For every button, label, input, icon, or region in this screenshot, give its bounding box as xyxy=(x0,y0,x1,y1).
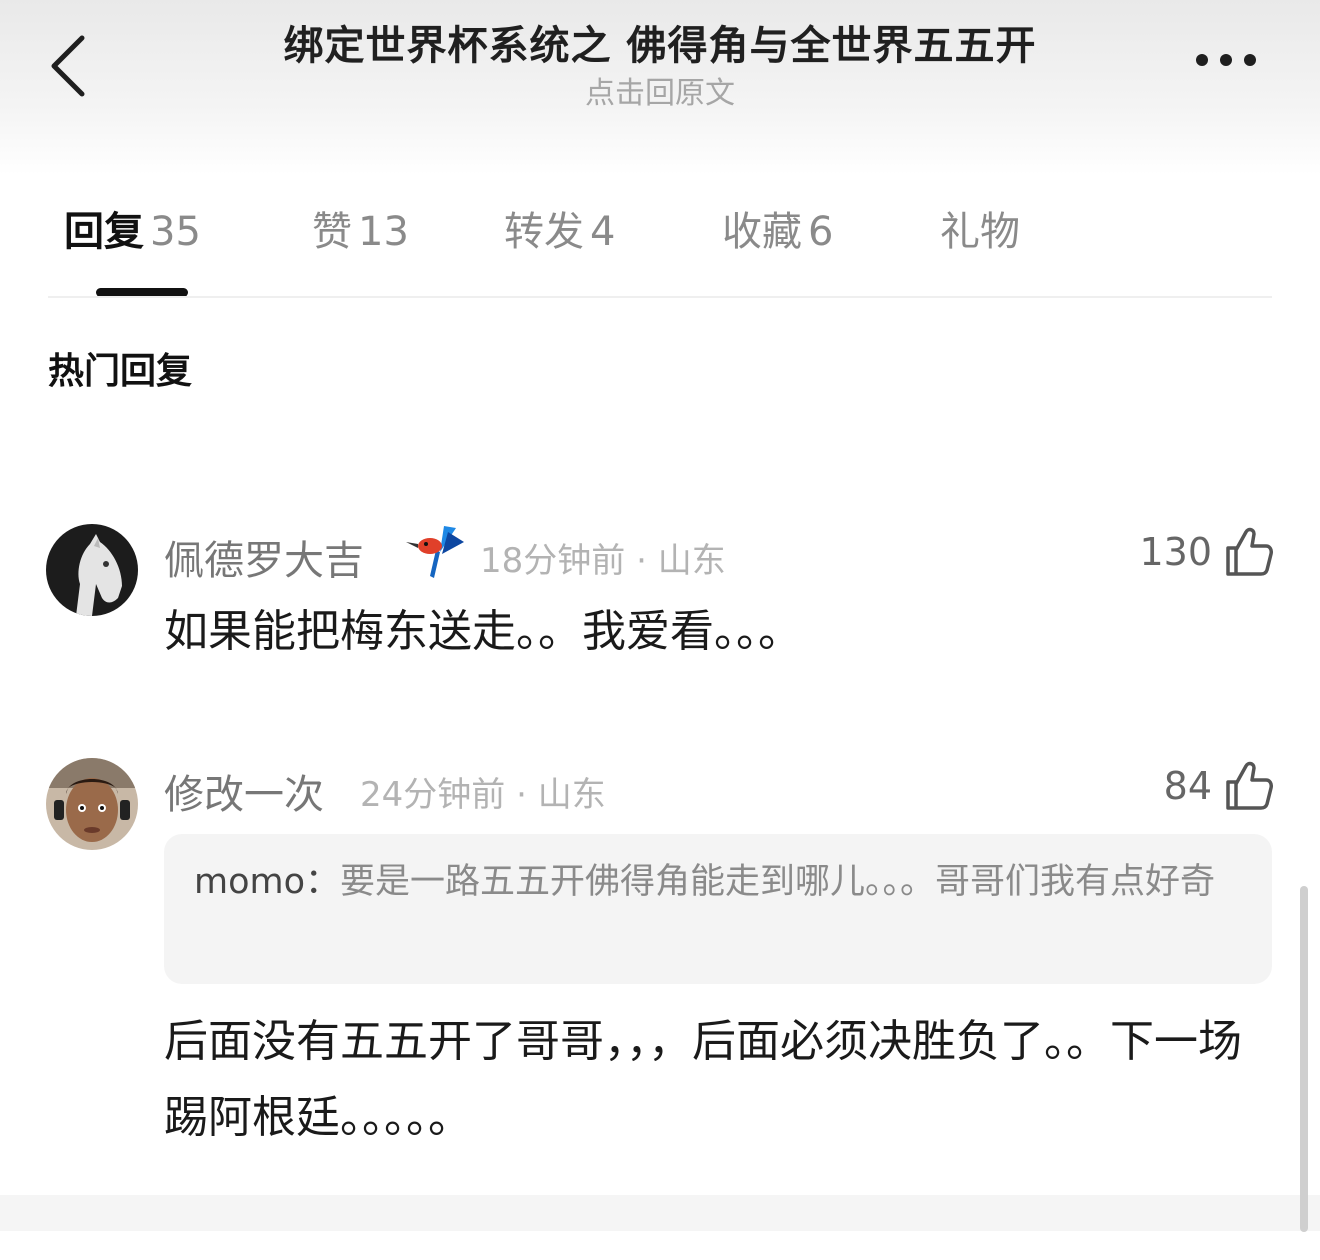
tab-gifts[interactable]: 礼物 xyxy=(940,200,1026,264)
meta-separator: · xyxy=(625,541,658,581)
comment-content: 如果能把梅东送走。。我爱看。。。 xyxy=(164,606,802,657)
quoted-reply[interactable]: momo：要是一路五五开佛得角能走到哪儿。。。哥哥们我有点好奇 xyxy=(164,834,1272,984)
back-to-original-link[interactable]: 点击回原文 xyxy=(160,74,1160,114)
hot-replies-heading: 热门回复 xyxy=(48,351,193,392)
tab-label: 收藏 xyxy=(722,209,802,255)
comment-content: 后面没有五五开了哥哥，，，后面必须决胜负了。。下一场踢阿根廷。。。。。 xyxy=(164,1016,1242,1143)
hummingbird-badge-icon xyxy=(404,522,468,584)
tab-label: 赞 xyxy=(312,209,352,255)
post-title: 绑定世界杯系统之 佛得角与全世界五五开 xyxy=(283,23,1037,69)
comment-time: 18分钟前 xyxy=(480,541,626,581)
title-block[interactable]: 绑定世界杯系统之 佛得角与全世界五五开 点击回原文 xyxy=(160,20,1160,114)
comment-location: 山东 xyxy=(537,775,606,815)
thumbs-up-icon xyxy=(1226,761,1273,810)
comment-username[interactable]: 修改一次 xyxy=(164,762,324,820)
like-count: 84 xyxy=(1163,764,1212,808)
like-button[interactable]: 84 xyxy=(1074,758,1274,818)
meta-separator: · xyxy=(505,775,538,815)
tab-count: 35 xyxy=(150,209,201,255)
tab-reposts[interactable]: 转发 4 xyxy=(504,200,615,264)
back-button[interactable] xyxy=(40,30,100,100)
tab-likes[interactable]: 赞 13 xyxy=(312,200,409,264)
tab-count: 6 xyxy=(808,209,834,255)
more-options-button[interactable] xyxy=(1190,40,1276,80)
tab-count: 4 xyxy=(590,209,616,255)
comment-meta: 24分钟前 · 山东 xyxy=(360,767,606,816)
person-avatar-image xyxy=(46,758,138,850)
horse-avatar-image xyxy=(46,524,138,616)
tab-label: 回复 xyxy=(64,209,144,255)
tab-count: 13 xyxy=(358,209,409,255)
thumbs-up-icon xyxy=(1226,527,1273,576)
avatar[interactable] xyxy=(46,758,138,850)
quote-text: 要是一路五五开佛得角能走到哪儿。。。哥哥们我有点好奇 xyxy=(340,862,1216,902)
tab-bar: 回复 35 赞 13 转发 4 收藏 6 礼物 xyxy=(0,200,1320,300)
section-separator xyxy=(0,1195,1320,1231)
like-button[interactable]: 130 xyxy=(1074,524,1274,584)
like-count: 130 xyxy=(1139,530,1212,574)
comment-meta: 18分钟前 · 山东 xyxy=(480,533,726,582)
tab-replies[interactable]: 回复 35 xyxy=(64,200,201,264)
chevron-left-icon xyxy=(51,35,85,97)
scrollbar[interactable] xyxy=(1300,886,1308,1232)
comment-location: 山东 xyxy=(657,541,726,581)
tab-label: 礼物 xyxy=(940,209,1020,255)
quote-username: momo： xyxy=(194,862,341,902)
tab-divider xyxy=(48,296,1272,298)
tab-label: 转发 xyxy=(504,209,584,255)
avatar[interactable] xyxy=(46,524,138,616)
tab-favorites[interactable]: 收藏 6 xyxy=(722,200,833,264)
top-bar: 绑定世界杯系统之 佛得角与全世界五五开 点击回原文 xyxy=(0,0,1320,175)
comment-username[interactable]: 佩德罗大吉 xyxy=(164,528,364,586)
comment-time: 24分钟前 xyxy=(360,775,506,815)
